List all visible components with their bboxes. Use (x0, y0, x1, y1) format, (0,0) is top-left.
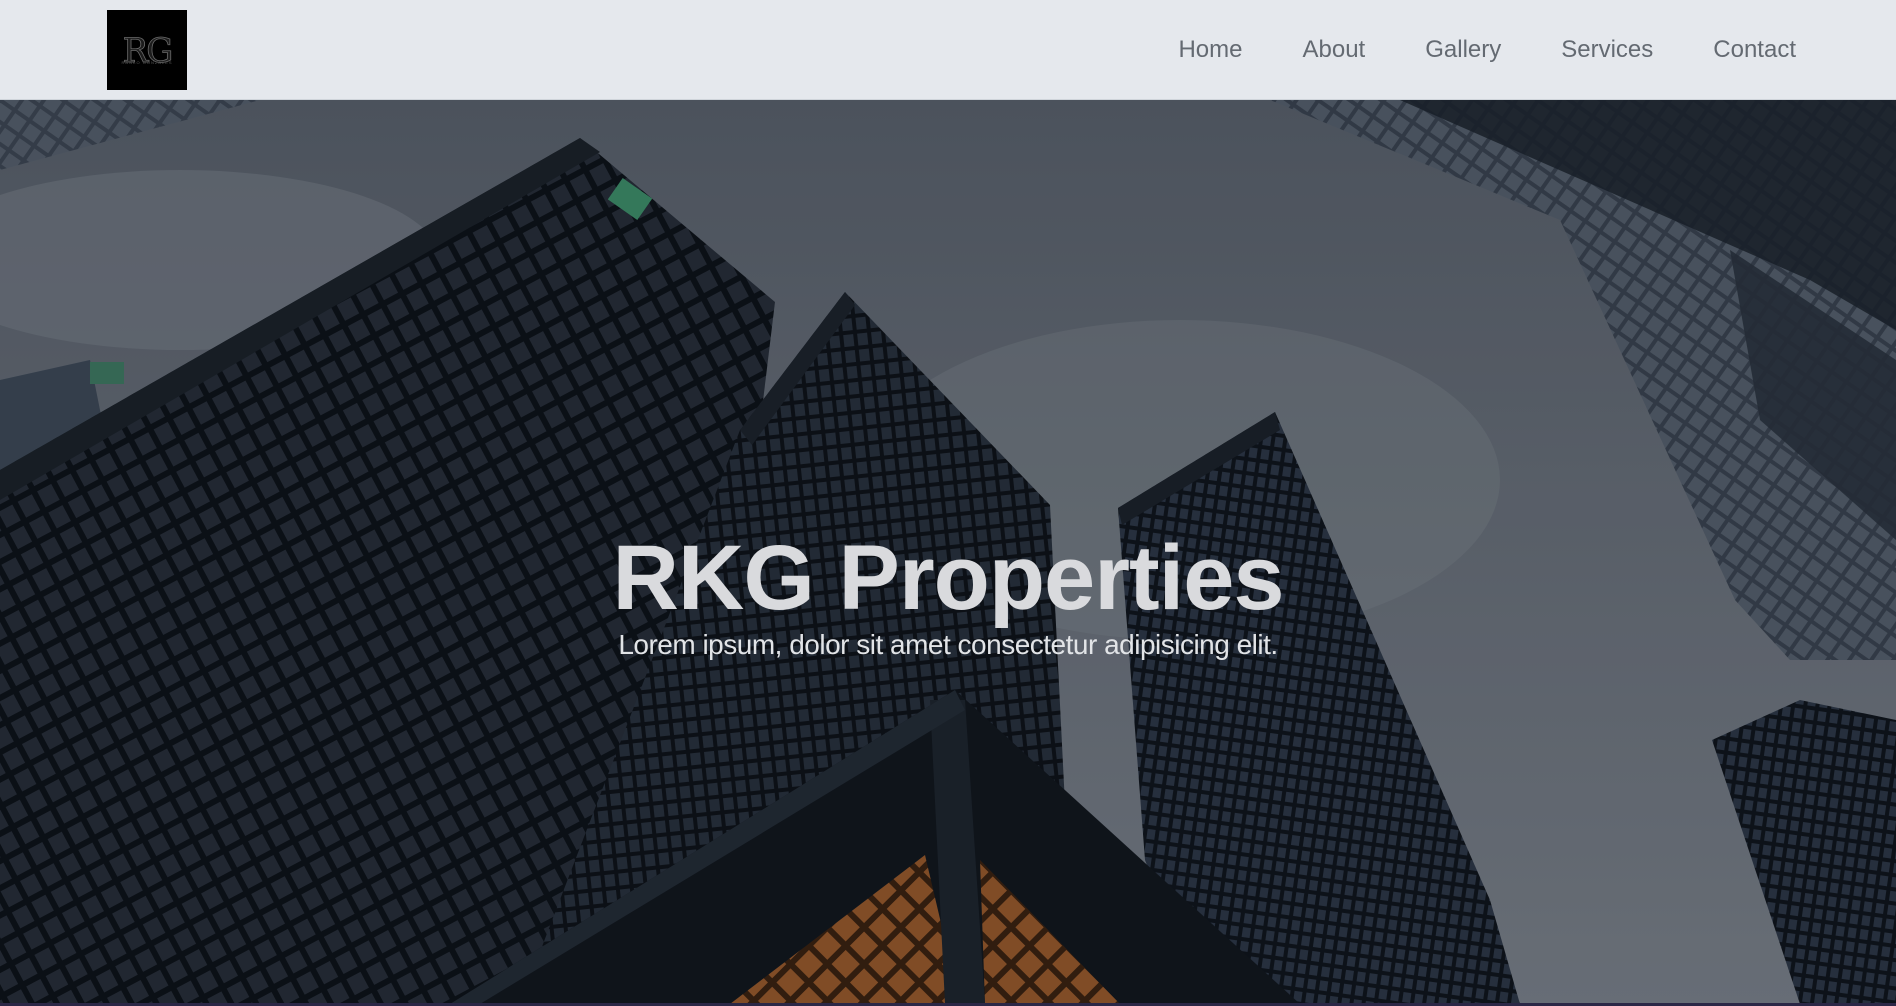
nav-link-services[interactable]: Services (1561, 36, 1653, 64)
rkg-logo-icon[interactable]: RG RANKO GONZALES (107, 10, 187, 90)
logo-tagline: RANKO GONZALES (121, 60, 173, 65)
hero-section: RKG Properties Lorem ipsum, dolor sit am… (0, 100, 1896, 1004)
nav-link-home[interactable]: Home (1178, 36, 1242, 64)
nav-links: Home About Gallery Services Contact (1118, 0, 1796, 100)
hero-subtitle: Lorem ipsum, dolor sit amet consectetur … (618, 629, 1278, 660)
navbar: RG RANKO GONZALES Home About Gallery Ser… (0, 0, 1896, 100)
nav-link-about[interactable]: About (1303, 36, 1366, 64)
hero-title: RKG Properties (612, 527, 1284, 629)
nav-link-contact[interactable]: Contact (1713, 36, 1796, 64)
nav-link-gallery[interactable]: Gallery (1425, 36, 1501, 64)
hero-text: RKG Properties Lorem ipsum, dolor sit am… (0, 530, 1896, 662)
